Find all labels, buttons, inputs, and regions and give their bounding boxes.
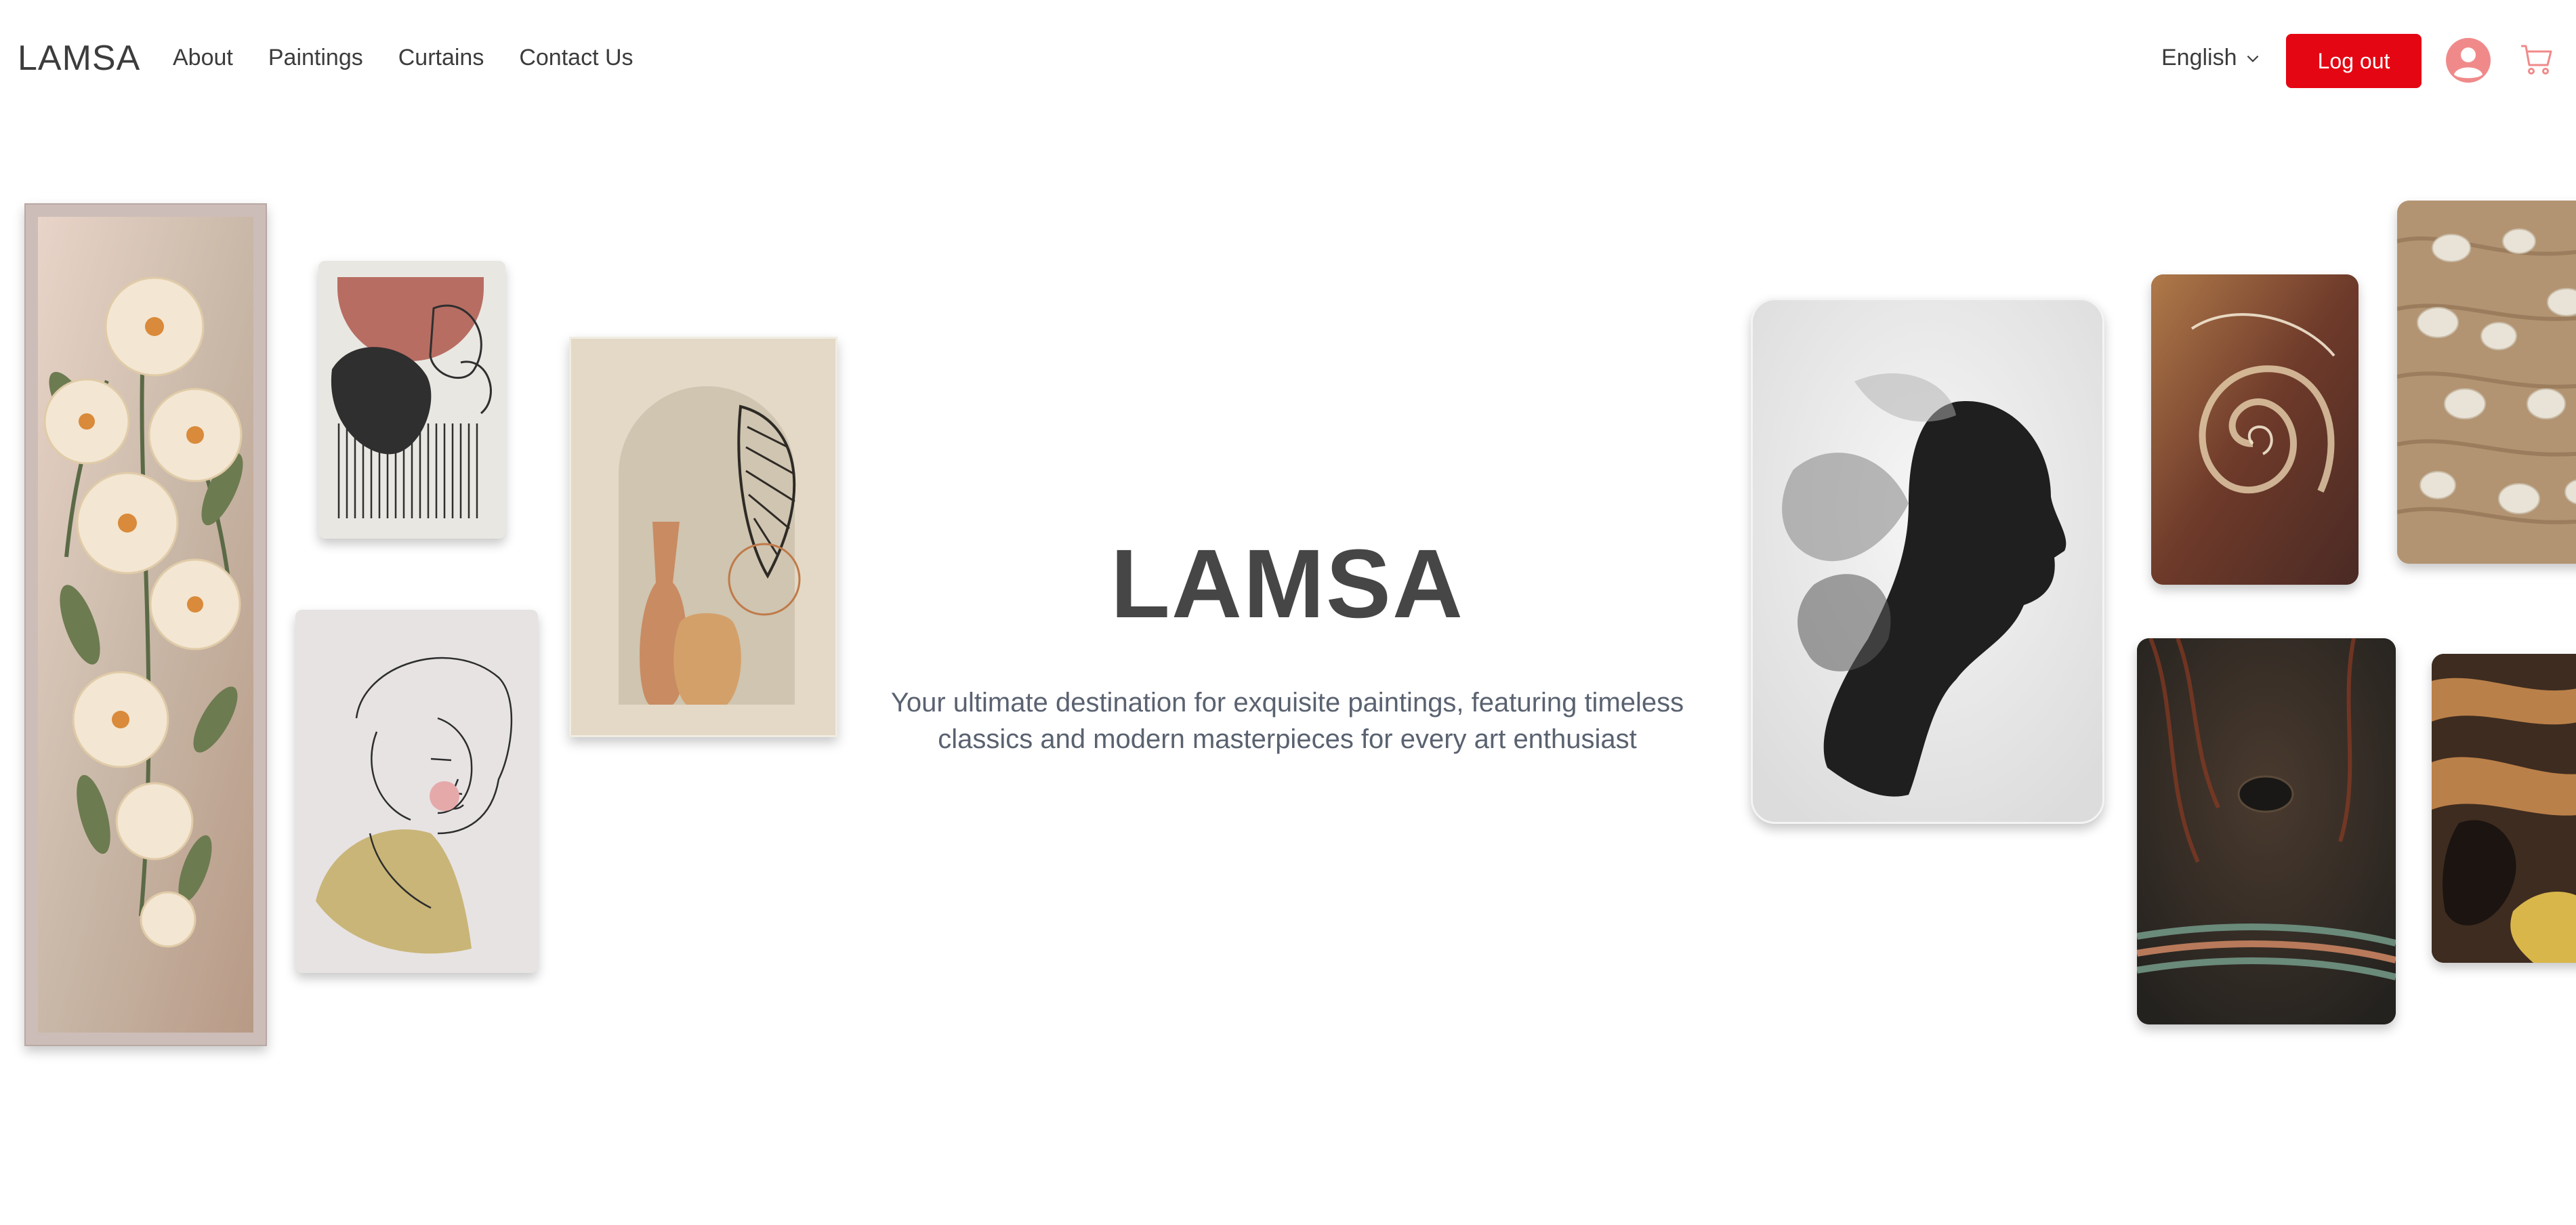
logout-button[interactable]: Log out <box>2286 34 2422 88</box>
painting-horse[interactable] <box>2137 638 2396 1024</box>
nav-link-curtains[interactable]: Curtains <box>398 45 484 71</box>
site-logo[interactable]: LAMSA <box>18 38 140 79</box>
user-avatar-icon[interactable] <box>2445 37 2492 84</box>
painting-monstera-abstract[interactable] <box>318 261 505 539</box>
painting-seashells[interactable] <box>2397 201 2576 564</box>
hero-subtitle-line-1: Your ultimate destination for exquisite … <box>890 688 1684 718</box>
hero-subtitle: Your ultimate destination for exquisite … <box>881 684 1694 757</box>
painting-swirl[interactable] <box>2151 274 2359 585</box>
painting-gold-leaves[interactable] <box>2432 654 2576 963</box>
top-nav: LAMSA About Paintings Curtains Contact U… <box>0 0 2576 122</box>
hero-title: LAMSA <box>1110 529 1464 638</box>
hero-subtitle-line-2: classics and modern masterpieces for eve… <box>938 724 1637 754</box>
nav-link-paintings[interactable]: Paintings <box>268 45 363 71</box>
page: LAMSA About Paintings Curtains Contact U… <box>0 0 2576 1225</box>
language-selector[interactable]: English <box>2161 45 2262 71</box>
nav-links: About Paintings Curtains Contact Us <box>173 45 633 71</box>
painting-line-art-portrait[interactable] <box>295 610 538 973</box>
painting-smoke-portrait[interactable] <box>1751 298 2104 824</box>
nav-link-about[interactable]: About <box>173 45 233 71</box>
chevron-down-icon <box>2247 55 2258 62</box>
painting-peonies[interactable] <box>24 203 267 1046</box>
cart-icon[interactable] <box>2519 42 2554 77</box>
nav-link-contact-us[interactable]: Contact Us <box>519 45 633 71</box>
language-label: English <box>2161 45 2237 70</box>
painting-boho-vases[interactable] <box>569 337 837 737</box>
